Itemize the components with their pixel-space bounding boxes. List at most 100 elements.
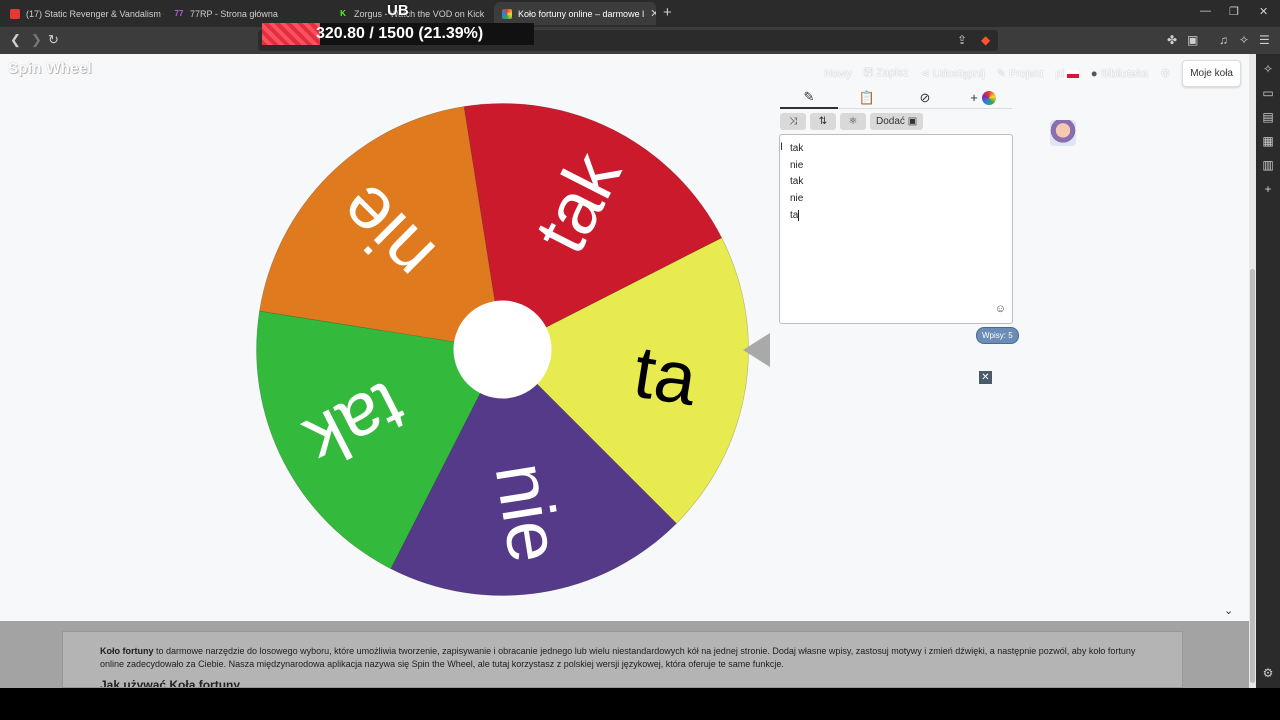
nav-udostepnij-label: Udostępnij (932, 68, 985, 80)
overlay-counter-box: 320.80 / 1500 (21.39%) (262, 23, 534, 45)
tab-youtube[interactable]: (17) Static Revenger & Vandalism - V (2, 2, 164, 25)
tab-77rp[interactable]: 77 77RP - Strona główna (166, 2, 326, 25)
minimize-icon[interactable]: — (1200, 5, 1211, 17)
globe-icon: ● (1090, 67, 1101, 80)
footer-description: to darmowe narzędzie do losowego wyboru,… (100, 646, 1136, 669)
reload-icon[interactable]: ↻ (48, 32, 59, 48)
language-label: pl (1055, 67, 1064, 80)
menu-icon[interactable]: ☰ (1259, 33, 1270, 47)
add-image-label: Dodać (876, 116, 905, 127)
clipboard-icon: 📋 (858, 89, 876, 105)
nav-zapisz-label: Zapisz (876, 67, 909, 79)
save-icon: 🖫 (863, 67, 877, 79)
avatar[interactable] (1050, 120, 1076, 146)
eye-slash-icon: ⊘ (919, 89, 931, 105)
restore-icon[interactable]: ❐ (1229, 5, 1239, 18)
close-tab-icon[interactable]: ✕ (644, 7, 656, 20)
page-content: Spin Wheel Nowy 🖫 Zapisz ⋖ Udostępnij ✎ … (0, 54, 1249, 621)
new-tab-button[interactable]: + (663, 4, 672, 21)
close-ad-icon[interactable]: ✕ (979, 371, 992, 384)
footer-paragraph: Koło fortuny to darmowe narzędzie do los… (100, 645, 1145, 671)
site-logo[interactable]: Spin Wheel (8, 60, 92, 77)
sort-button[interactable]: ⇅ (810, 113, 836, 130)
entry-line: tak (790, 143, 804, 154)
leo-icon[interactable]: ✧ (1259, 62, 1277, 76)
youtube-icon (10, 8, 20, 19)
kick-icon: K (340, 9, 346, 18)
page-scrollbar[interactable] (1249, 54, 1256, 688)
image-icon: ▣ (907, 116, 918, 127)
settings-icon[interactable]: ⚙ (1160, 67, 1170, 80)
emoji-icon[interactable]: ☺ (995, 303, 1006, 315)
chevron-down-icon[interactable]: ⌄ (1224, 604, 1233, 617)
editor-toolbar: ⤨ ⇅ ⚛ Dodać ▣ (780, 113, 924, 130)
entries-textarea[interactable]: I tak nie tak nie ta ☺ (779, 134, 1013, 324)
atom-icon: ⚛ (848, 116, 858, 127)
pencil-icon: ✎ (996, 68, 1010, 80)
nav-language[interactable]: pl (1055, 68, 1079, 80)
wheel-center[interactable] (453, 300, 552, 399)
footer-brand: Koło fortuny (100, 646, 154, 656)
tab-edit[interactable]: ✎ (780, 87, 838, 109)
shuffle-icon: ⤨ (789, 116, 797, 127)
tab-kick[interactable]: K Zorgus - Watch the VOD on Kick (330, 2, 490, 25)
browser-sidebar: ✧ ▭ ▤ ▦ ▥ + ⚙ (1256, 54, 1280, 688)
sidebar-toggle-icon[interactable]: ▣ (1187, 33, 1198, 47)
text-cursor-icon: I (780, 141, 784, 153)
tab-clipboard[interactable]: 📋 (838, 87, 896, 109)
entry-line: tak (790, 176, 804, 188)
pencil-icon: ✎ (803, 89, 815, 104)
overlay-counter: 320.80 / 1500 (21.39%) (316, 25, 484, 42)
tab-title: Koło fortuny online – darmowe l (518, 8, 645, 19)
plus-icon: + (970, 90, 978, 105)
overlay-progress-stripe (262, 23, 320, 45)
forward-icon[interactable]: ❯ (31, 32, 42, 48)
media-icon[interactable]: ♫ (1219, 33, 1228, 47)
wheel-favicon-icon (502, 8, 512, 19)
overlay-tag: UB (387, 2, 409, 19)
weights-button[interactable]: ⚛ (840, 113, 866, 130)
bottom-bar (0, 688, 1280, 720)
close-window-icon[interactable]: ✕ (1259, 5, 1268, 18)
tab-bar: (17) Static Revenger & Vandalism - V 77 … (0, 0, 1280, 27)
wallet-icon[interactable]: ▤ (1259, 110, 1277, 124)
nav-biblioteka[interactable]: ● Biblioteka (1091, 68, 1148, 80)
reading-list-icon[interactable]: ▥ (1259, 158, 1277, 172)
entry-line: nie (790, 159, 804, 171)
tab-title: Zorgus - Watch the VOD on Kick (354, 8, 485, 19)
add-image-button[interactable]: Dodać ▣ (870, 113, 924, 130)
media-player-icon[interactable]: ▭ (1259, 86, 1277, 100)
77rp-icon: 77 (174, 9, 184, 18)
tab-colors[interactable]: + (954, 87, 1012, 109)
nav-udostepnij[interactable]: ⋖ Udostępnij (921, 67, 985, 80)
add-panel-icon[interactable]: + (1259, 182, 1277, 196)
entry-line: ta (790, 208, 1002, 225)
footer-description-card: Koło fortuny to darmowe narzędzie do los… (62, 631, 1183, 688)
extensions-icon[interactable]: ✤ (1167, 33, 1177, 47)
scrollbar-thumb[interactable] (1250, 269, 1255, 683)
shuffle-button[interactable]: ⤨ (780, 113, 806, 130)
back-icon[interactable]: ❮ (10, 32, 21, 48)
nav-projekt[interactable]: ✎ Projekt (997, 67, 1044, 80)
entries-count-badge: Wpisy: 5 (976, 327, 1019, 344)
sort-icon: ⇅ (818, 116, 828, 127)
sidebar-settings-icon[interactable]: ⚙ (1259, 666, 1277, 680)
editor-tabs: ✎ 📋 ⊘ + (780, 87, 1012, 109)
nav-zapisz[interactable]: 🖫 Zapisz (864, 64, 909, 83)
bookmarks-icon[interactable]: ▦ (1259, 134, 1277, 148)
tab-hide[interactable]: ⊘ (896, 87, 954, 109)
share-icon[interactable]: ⇪ (957, 33, 967, 47)
color-wheel-icon (981, 90, 996, 105)
brave-shield-icon[interactable]: ◆ (981, 33, 990, 47)
wheel-pointer (743, 333, 770, 367)
entry-line: nie (790, 193, 804, 205)
nav-nowy[interactable]: Nowy (824, 68, 852, 80)
poland-flag-icon (1066, 69, 1079, 78)
nav-biblioteka-label: Biblioteka (1100, 67, 1149, 80)
wheel-segment-label: nie (480, 457, 577, 568)
leo-ai-icon[interactable]: ✧ (1239, 33, 1249, 47)
spin-wheel[interactable]: taktanietaknie (255, 102, 750, 597)
tab-title: (17) Static Revenger & Vandalism - V (26, 8, 164, 19)
moje-kola-button[interactable]: Moje koła (1182, 60, 1241, 87)
tab-kolo-fortuny[interactable]: Koło fortuny online – darmowe l ✕ (494, 2, 656, 25)
